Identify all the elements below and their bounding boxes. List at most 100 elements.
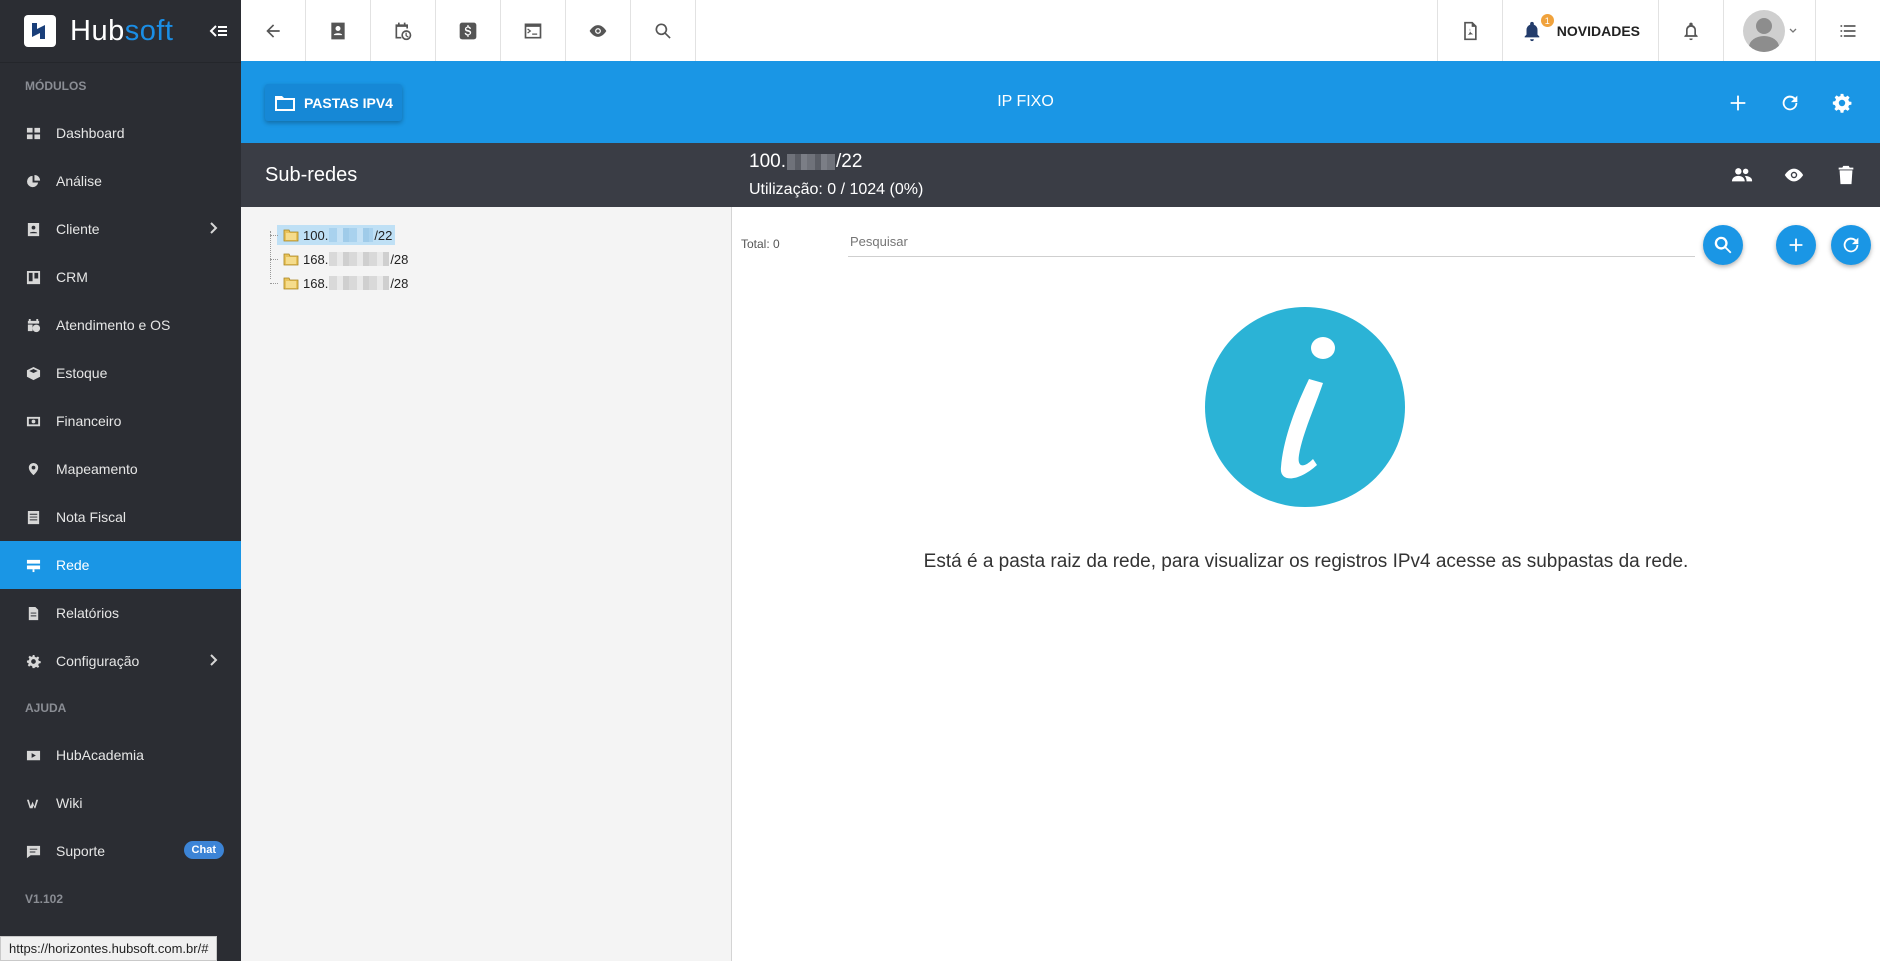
sidebar-item-label: Rede [56,557,90,573]
subnet-prefix: 168. [303,275,329,291]
search-input[interactable] [848,227,1695,257]
subnet-node[interactable]: 100. /22 [267,223,411,247]
sidebar-item-cliente[interactable]: Cliente [0,205,241,253]
app-root: Hubsoft MÓDULOS Dashboard Análise Client… [0,0,1880,961]
sidebar-item-estoque[interactable]: Estoque [0,349,241,397]
contact-card-icon [331,22,345,39]
page-header: PASTAS IPV4 IP FIXO [241,63,1880,143]
monitor-button[interactable] [566,0,631,61]
collapse-sidebar-icon[interactable] [209,21,227,41]
refresh-button[interactable] [1764,83,1816,123]
search-button[interactable] [631,0,696,61]
brand-name-part2: soft [124,14,174,47]
clients-button[interactable] [1716,155,1768,195]
app-version: V1.102 [25,892,64,906]
terminal-button[interactable] [501,0,566,61]
folder-icon [283,253,299,266]
contact-card-icon [25,221,41,237]
finance-button[interactable] [436,0,501,61]
redacted-ip [786,154,835,170]
contacts-button[interactable] [306,0,371,61]
calendar-clock-icon [395,22,412,40]
subnet-prefix: 100. [303,227,329,243]
plus-icon [1730,95,1746,111]
notifications-button[interactable] [1658,0,1723,61]
sidebar-item-dashboard[interactable]: Dashboard [0,109,241,157]
total-count: Total: 0 [741,237,780,251]
logo-bar: Hubsoft [0,0,241,63]
top-toolbar: 1 NOVIDADES [241,0,1880,63]
dashboard-icon [25,125,41,141]
folders-button[interactable]: PASTAS IPV4 [265,84,402,121]
logo-icon [24,15,56,47]
sidebar-item-label: Financeiro [56,413,122,429]
sidebar-item-atendimento[interactable]: Atendimento e OS [0,301,241,349]
user-menu[interactable] [1723,0,1815,61]
section-label-help: AJUDA [25,701,67,715]
add-record-fab-button[interactable] [1776,225,1816,265]
money-icon [25,413,41,429]
users-icon [1731,168,1753,182]
receipt-icon [25,509,41,525]
view-button[interactable] [1768,155,1820,195]
delete-button[interactable] [1820,155,1872,195]
search-icon [655,23,671,39]
refresh-fab-button[interactable] [1831,225,1871,265]
sidebar-item-label: CRM [56,269,88,285]
subnet-node-label: 168. /28 [277,273,411,293]
chevron-down-icon [1789,28,1796,33]
toolbar-right: 1 NOVIDADES [1436,0,1880,61]
novidades-count-badge: 1 [1540,14,1554,27]
sidebar-item-analise[interactable]: Análise [0,157,241,205]
sidebar-item-crm[interactable]: CRM [0,253,241,301]
subnet-suffix: /28 [390,251,409,267]
chat-badge[interactable]: Chat [183,841,224,859]
bell-icon [1524,21,1540,41]
document-icon [25,605,41,621]
settings-button[interactable] [1816,83,1868,123]
subnet-suffix: /28 [390,275,409,291]
folder-icon [283,229,299,242]
section-label-modules: MÓDULOS [25,79,87,93]
back-button[interactable] [241,0,306,61]
root-folder-message: Está é a pasta raiz da rede, para visual… [923,551,1689,572]
pdf-button[interactable] [1436,0,1502,61]
map-pin-icon [25,461,41,477]
sidebar-item-label: Configuração [56,653,140,669]
message-icon [25,843,41,859]
sidebar-item-label: Cliente [56,221,100,237]
sidebar-item-label: Suporte [56,843,106,859]
sidebar: Hubsoft MÓDULOS Dashboard Análise Client… [0,0,241,961]
sidebar-item-label: Mapeamento [56,461,138,477]
sidebar-item-hubacademia[interactable]: HubAcademia [0,731,241,779]
subnet-node[interactable]: 168. /28 [267,247,411,271]
arrow-left-icon [266,23,280,38]
chevron-right-icon [210,222,218,234]
sidebar-item-relatorios[interactable]: Relatórios [0,589,241,637]
page-title: IP FIXO [997,93,1054,110]
subnet-usage: Utilização: 0 / 1024 (0%) [749,181,924,198]
search-fab-button[interactable] [1703,225,1743,265]
subnets-panel: 100. /22 168. /28 168. /28 [241,207,732,961]
calendar-clock-icon [25,317,41,333]
status-bar-url: https://horizontes.hubsoft.com.br/# [0,936,218,961]
subnet-title-suffix: /22 [835,151,863,172]
sidebar-item-configuracao[interactable]: Configuração [0,637,241,685]
menu-list-button[interactable] [1815,0,1880,61]
sidebar-item-nota-fiscal[interactable]: Nota Fiscal [0,493,241,541]
sidebar-item-rede[interactable]: Rede [0,541,241,589]
eye-icon [1784,168,1804,182]
terminal-icon [524,23,542,38]
novidades-button[interactable]: 1 NOVIDADES [1501,0,1658,61]
sidebar-item-mapeamento[interactable]: Mapeamento [0,445,241,493]
info-icon [1205,307,1405,507]
subnet-node-label: 168. /28 [277,249,411,269]
schedule-button[interactable] [371,0,436,61]
sidebar-item-financeiro[interactable]: Financeiro [0,397,241,445]
sidebar-item-label: Wiki [56,795,83,811]
sidebar-item-wiki[interactable]: Wiki [0,779,241,827]
sidebar-item-label: Relatórios [56,605,120,621]
sidebar-item-suporte[interactable]: Suporte Chat [0,827,241,875]
add-button[interactable] [1712,83,1764,123]
subnet-node[interactable]: 168. /28 [267,271,411,295]
